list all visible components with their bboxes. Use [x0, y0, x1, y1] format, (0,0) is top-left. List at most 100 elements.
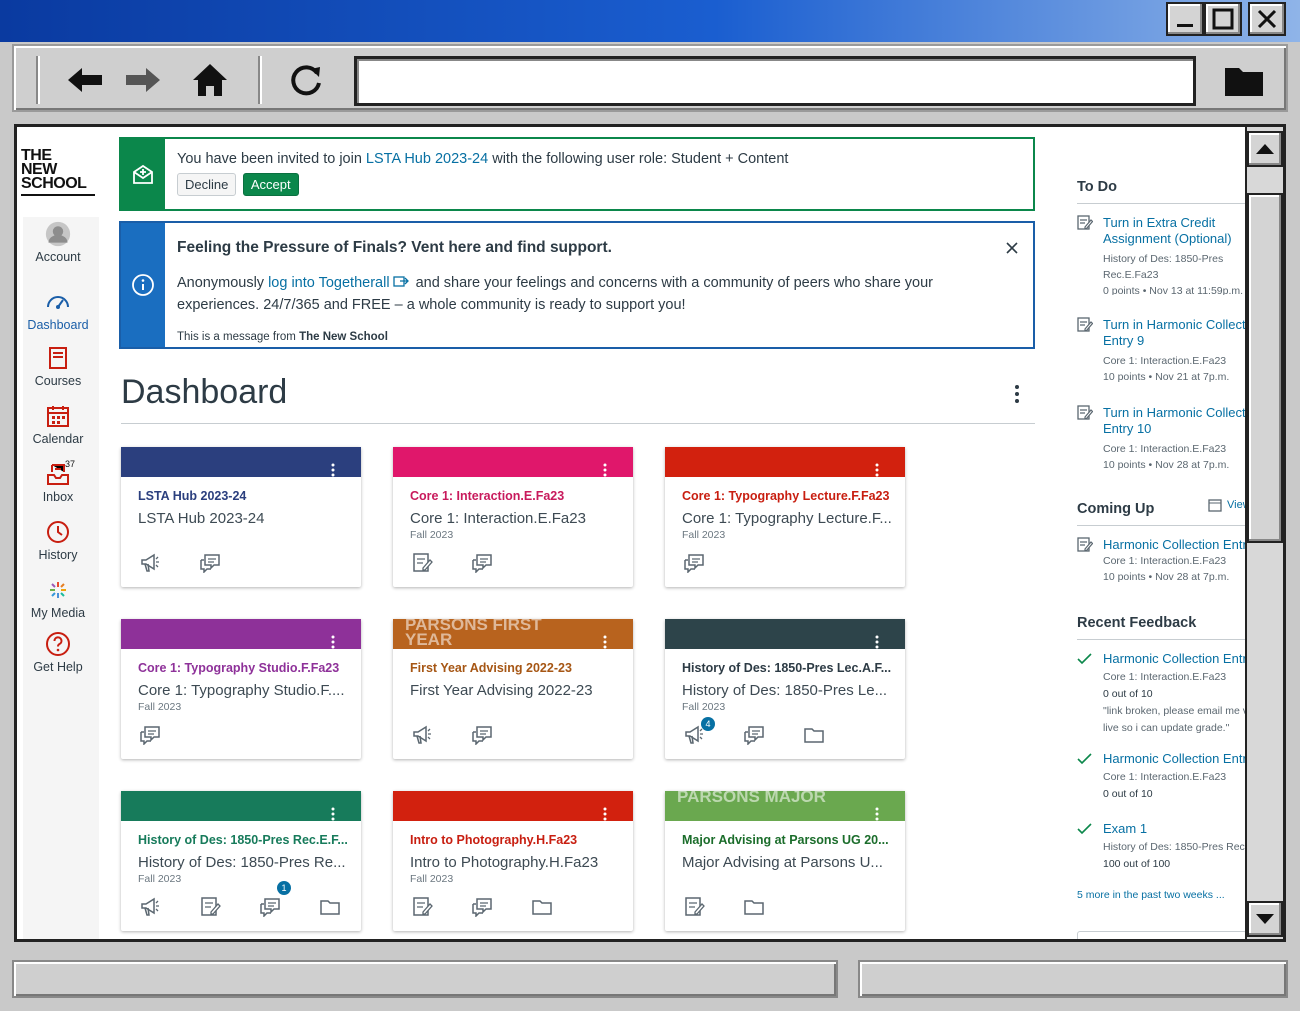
coming-up-item[interactable]: Harmonic Collection Entr Core 1: Interac… — [1077, 537, 1249, 585]
more-feedback-link[interactable]: 5 more in the past two weeks ... — [1077, 889, 1225, 901]
discussion-link[interactable] — [199, 551, 221, 575]
nav-my-media[interactable]: My Media — [17, 577, 99, 620]
todo-item[interactable]: Turn in Harmonic Collecti Entry 9 Core 1: … — [1077, 317, 1249, 397]
nav-dashboard[interactable]: Dashboard — [17, 289, 99, 332]
card-title[interactable]: Intro to Photography.H.Fa23 — [410, 833, 577, 847]
card-title[interactable]: Core 1: Typography Studio.F.Fa23 — [138, 661, 339, 675]
discussion-link[interactable] — [139, 723, 161, 747]
card-options-icon[interactable] — [875, 463, 879, 477]
discussion-link[interactable] — [259, 895, 281, 919]
folder-link[interactable] — [319, 895, 341, 919]
card-hero[interactable]: PARSONS FIRST YEAR — [393, 619, 633, 649]
nav-courses[interactable]: Courses — [17, 345, 99, 388]
discussion-link[interactable] — [471, 551, 493, 575]
course-card[interactable]: History of Des: 1850-Pres Lec.A.F... Hist… — [665, 619, 905, 759]
refresh-button[interactable] — [282, 58, 330, 102]
folder-link[interactable] — [803, 723, 825, 747]
announcement-link[interactable] — [139, 895, 161, 919]
scroll-down-button[interactable] — [1247, 901, 1283, 937]
todo-title[interactable]: Turn in Harmonic Collecti Entry 10 — [1103, 405, 1248, 437]
todo-title-line[interactable]: Entry 9 — [1103, 333, 1144, 348]
close-button[interactable] — [1248, 2, 1286, 36]
maximize-button[interactable] — [1204, 2, 1242, 36]
assignment-link[interactable] — [683, 895, 705, 919]
card-hero[interactable] — [393, 791, 633, 821]
todo-title-line[interactable]: Entry 10 — [1103, 421, 1151, 436]
togetherall-link[interactable]: log into Togetherall — [268, 275, 389, 291]
course-card[interactable]: Core 1: Interaction.E.Fa23 Core 1: Intera… — [393, 447, 633, 587]
card-hero[interactable] — [665, 619, 905, 649]
sidebar-button-edge[interactable] — [1077, 931, 1247, 939]
card-options-icon[interactable] — [331, 635, 335, 649]
feedback-title[interactable]: Harmonic Collection Entr — [1103, 651, 1247, 667]
nav-calendar[interactable]: Calendar — [17, 403, 99, 446]
vertical-scrollbar[interactable] — [1245, 127, 1283, 939]
scroll-up-button[interactable] — [1247, 131, 1283, 167]
assignment-link[interactable] — [411, 895, 433, 919]
course-card[interactable]: Core 1: Typography Lecture.F.Fa23 Core 1:… — [665, 447, 905, 587]
course-card[interactable]: LSTA Hub 2023-24 LSTA Hub 2023-24 — [121, 447, 361, 587]
card-options-icon[interactable] — [603, 807, 607, 821]
card-hero[interactable]: PARSONS MAJOR — [665, 791, 905, 821]
nav-inbox[interactable]: 37 Inbox — [17, 459, 99, 504]
folder-link[interactable] — [743, 895, 765, 919]
card-hero[interactable] — [121, 447, 361, 477]
discussion-link[interactable] — [471, 895, 493, 919]
dashboard-options-icon[interactable] — [1013, 383, 1021, 405]
todo-item[interactable]: Turn in Harmonic Collecti Entry 10 Core 1:… — [1077, 405, 1249, 485]
todo-title-line[interactable]: Turn in Harmonic Collecti — [1103, 405, 1248, 420]
card-title[interactable]: Major Advising at Parsons UG 20... — [682, 833, 889, 847]
discussion-link[interactable] — [471, 723, 493, 747]
card-options-icon[interactable] — [603, 463, 607, 477]
card-title[interactable]: LSTA Hub 2023-24 — [138, 489, 246, 503]
forward-button[interactable] — [120, 58, 168, 102]
decline-button[interactable]: Decline — [177, 173, 237, 196]
course-card[interactable]: PARSONS FIRST YEAR First Year Advising 20… — [393, 619, 633, 759]
coming-up-title[interactable]: Harmonic Collection Entr — [1103, 537, 1247, 553]
course-card[interactable]: History of Des: 1850-Pres Rec.E.F... Hist… — [121, 791, 361, 931]
address-bar[interactable] — [354, 56, 1196, 106]
card-title[interactable]: First Year Advising 2022-23 — [410, 661, 572, 675]
announcement-link[interactable] — [411, 723, 433, 747]
todo-item[interactable]: Turn in Extra Credit Assignment (Optional… — [1077, 215, 1249, 295]
card-title[interactable]: Core 1: Typography Lecture.F.Fa23 — [682, 489, 889, 503]
announcement-link[interactable] — [139, 551, 161, 575]
card-options-icon[interactable] — [331, 807, 335, 821]
minimize-button[interactable] — [1166, 2, 1204, 36]
folder-button[interactable] — [1220, 58, 1268, 102]
back-button[interactable] — [60, 58, 108, 102]
home-button[interactable] — [186, 58, 234, 102]
assignment-link[interactable] — [411, 551, 433, 575]
discussion-link[interactable] — [683, 551, 705, 575]
card-options-icon[interactable] — [875, 807, 879, 821]
course-card[interactable]: PARSONS MAJOR Major Advising at Parsons U… — [665, 791, 905, 931]
card-hero[interactable] — [665, 447, 905, 477]
scroll-thumb[interactable] — [1247, 193, 1283, 543]
card-hero[interactable] — [121, 619, 361, 649]
invitation-course-link[interactable]: LSTA Hub 2023-24 — [366, 151, 488, 167]
nav-get-help[interactable]: Get Help — [17, 631, 99, 674]
discussion-link[interactable] — [743, 723, 765, 747]
feedback-item[interactable]: Harmonic Collection Entr Core 1: Interact… — [1077, 651, 1249, 743]
assignment-link[interactable] — [199, 895, 221, 919]
card-hero[interactable] — [393, 447, 633, 477]
card-title[interactable]: History of Des: 1850-Pres Rec.E.F... — [138, 833, 348, 847]
feedback-title[interactable]: Harmonic Collection Entr — [1103, 751, 1247, 767]
card-title[interactable]: History of Des: 1850-Pres Lec.A.F... — [682, 661, 891, 675]
folder-link[interactable] — [531, 895, 553, 919]
course-card[interactable]: Core 1: Typography Studio.F.Fa23 Core 1: … — [121, 619, 361, 759]
todo-title[interactable]: Turn in Extra Credit Assignment (Optional… — [1103, 215, 1232, 247]
feedback-title[interactable]: Exam 1 — [1103, 821, 1147, 837]
course-card[interactable]: Intro to Photography.H.Fa23 Intro to Phot… — [393, 791, 633, 931]
todo-title[interactable]: Turn in Harmonic Collecti Entry 9 — [1103, 317, 1248, 349]
card-options-icon[interactable] — [875, 635, 879, 649]
new-school-logo[interactable]: THE NEW SCHOOL — [21, 148, 97, 196]
nav-account[interactable]: Account — [17, 221, 99, 264]
card-options-icon[interactable] — [603, 635, 607, 649]
accept-button[interactable]: Accept — [242, 173, 299, 196]
todo-title-line[interactable]: Turn in Harmonic Collecti — [1103, 317, 1248, 332]
todo-title-line[interactable]: Assignment (Optional) — [1103, 231, 1232, 246]
todo-title-line[interactable]: Turn in Extra Credit — [1103, 215, 1215, 230]
card-options-icon[interactable] — [331, 463, 335, 477]
card-title[interactable]: Core 1: Interaction.E.Fa23 — [410, 489, 564, 503]
